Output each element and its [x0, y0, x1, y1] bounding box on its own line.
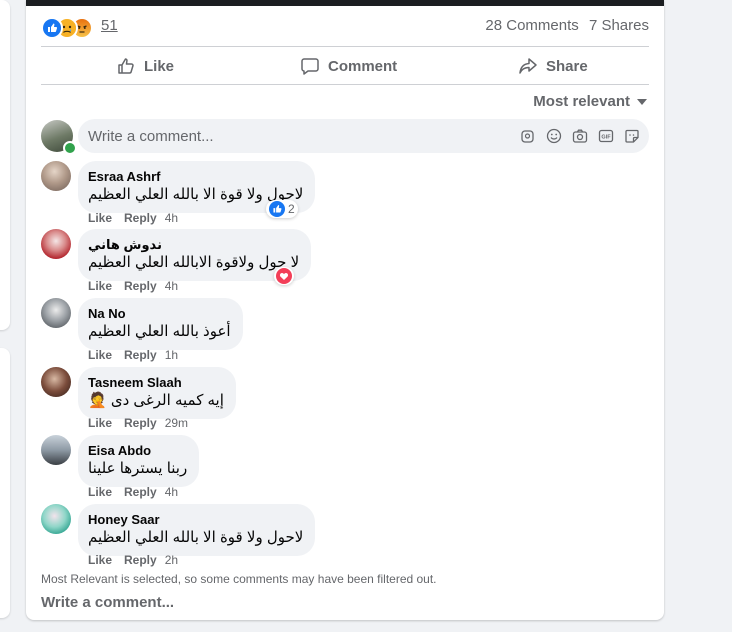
- commenter-avatar[interactable]: [41, 161, 71, 191]
- avatar-sticker-icon[interactable]: [519, 127, 537, 145]
- comment-composer[interactable]: Write a comment... GIF: [78, 119, 649, 153]
- shares-count[interactable]: 7 Shares: [589, 17, 649, 34]
- comment-time[interactable]: 2h: [165, 553, 178, 567]
- comment-bubble: Na No أعوذ بالله العلي العظيم: [78, 298, 243, 350]
- comment-reply-link[interactable]: Reply: [124, 416, 157, 430]
- reaction-icons[interactable]: [41, 17, 99, 39]
- comment-reply-link[interactable]: Reply: [124, 553, 157, 567]
- adjacent-card-bottom: [0, 348, 10, 618]
- comment-reaction-count: 2: [288, 202, 295, 216]
- svg-text:GIF: GIF: [601, 135, 611, 141]
- like-button[interactable]: Like: [116, 50, 174, 82]
- engagement-counts: 28 Comments 7 Shares: [479, 17, 649, 34]
- caret-down-icon: [637, 98, 647, 105]
- like-icon: [41, 17, 63, 39]
- emoji-icon[interactable]: [545, 127, 563, 145]
- comment-reply-link[interactable]: Reply: [124, 211, 157, 225]
- comment-reaction-badge[interactable]: [274, 267, 294, 285]
- comment-like-link[interactable]: Like: [88, 485, 112, 499]
- like-icon: [269, 201, 285, 217]
- share-icon: [519, 58, 537, 74]
- comment-like-link[interactable]: Like: [88, 211, 112, 225]
- commenter-avatar[interactable]: [41, 367, 71, 397]
- filter-notice: Most Relevant is selected, so some comme…: [41, 572, 437, 586]
- comment-actions: Like Reply 4h: [88, 279, 178, 293]
- comment-text: لاحول ولا قوة الا بالله العلي العظيم: [88, 529, 304, 546]
- comment-author[interactable]: Tasneem Slaah: [88, 375, 224, 391]
- comment-reply-link[interactable]: Reply: [124, 485, 157, 499]
- comment-text: أعوذ بالله العلي العظيم: [88, 323, 231, 340]
- commenter-avatar[interactable]: [41, 435, 71, 465]
- reactions-summary: 51 28 Comments 7 Shares: [41, 15, 649, 39]
- comment-actions: Like Reply 4h: [88, 485, 178, 499]
- comment-actions: Like Reply 29m: [88, 416, 188, 430]
- comment-reply-link[interactable]: Reply: [124, 279, 157, 293]
- share-button-label: Share: [546, 57, 588, 75]
- comment-like-link[interactable]: Like: [88, 416, 112, 430]
- comment-time[interactable]: 4h: [165, 279, 178, 293]
- composer-placeholder[interactable]: Write a comment...: [88, 128, 214, 145]
- comment-button[interactable]: Comment: [300, 50, 397, 82]
- comment-author[interactable]: Eisa Abdo: [88, 443, 187, 459]
- comments-count[interactable]: 28 Comments: [485, 17, 578, 34]
- divider: [41, 84, 649, 85]
- sticker-icon[interactable]: [623, 127, 641, 145]
- comment-like-link[interactable]: Like: [88, 348, 112, 362]
- comment-sort-dropdown[interactable]: Most relevant: [533, 93, 647, 110]
- love-icon: [276, 268, 292, 284]
- share-button[interactable]: Share: [518, 50, 588, 82]
- post-card: 51 28 Comments 7 Shares Like Comment Sha…: [26, 0, 664, 620]
- comment-reply-link[interactable]: Reply: [124, 348, 157, 362]
- commenter-avatar[interactable]: [41, 504, 71, 534]
- commenter-avatar[interactable]: [41, 229, 71, 259]
- comment-bubble: Eisa Abdo ربنا يسترها علينا: [78, 435, 200, 487]
- comment-icon: [301, 58, 319, 75]
- comment-actions: Like Reply 1h: [88, 348, 178, 362]
- comment-text: إيه كميه الرغى دى 🤦: [88, 392, 224, 409]
- comment-like-link[interactable]: Like: [88, 279, 112, 293]
- like-button-label: Like: [144, 57, 175, 75]
- divider: [41, 46, 649, 47]
- commenter-avatar[interactable]: [41, 298, 71, 328]
- composer-icon-bar: GIF: [511, 127, 641, 145]
- comment-author[interactable]: Na No: [88, 306, 231, 322]
- comment-text: لا حول ولاقوة الابالله العلي العظيم: [88, 254, 300, 271]
- comment-actions: Like Reply 4h: [88, 211, 178, 225]
- gif-icon[interactable]: GIF: [597, 127, 615, 145]
- comment-author[interactable]: Esraa Ashrf: [88, 169, 303, 185]
- camera-icon[interactable]: [571, 127, 589, 145]
- comment-time[interactable]: 4h: [165, 211, 178, 225]
- comment-text: ربنا يسترها علينا: [88, 460, 188, 477]
- comment-bubble: Tasneem Slaah إيه كميه الرغى دى 🤦: [78, 367, 236, 419]
- comment-reaction-badge[interactable]: 2: [266, 200, 298, 218]
- comment-like-link[interactable]: Like: [88, 553, 112, 567]
- comment-time[interactable]: 4h: [165, 485, 178, 499]
- comment-author[interactable]: ندوش هاني: [88, 237, 299, 253]
- sort-label: Most relevant: [533, 93, 630, 110]
- comment-actions: Like Reply 2h: [88, 553, 178, 567]
- comment-time[interactable]: 1h: [165, 348, 178, 362]
- thumbs-up-icon: [118, 58, 134, 74]
- write-comment-link[interactable]: Write a comment...: [41, 594, 174, 611]
- post-media-edge: [26, 0, 664, 6]
- online-status-dot: [63, 141, 77, 155]
- reaction-count[interactable]: 51: [101, 17, 118, 34]
- adjacent-card-top: [0, 0, 10, 330]
- comment-button-label: Comment: [328, 57, 398, 75]
- comment-bubble: Honey Saar لاحول ولا قوة الا بالله العلي…: [78, 504, 316, 556]
- comment-time[interactable]: 29m: [165, 416, 188, 430]
- comment-author[interactable]: Honey Saar: [88, 512, 303, 528]
